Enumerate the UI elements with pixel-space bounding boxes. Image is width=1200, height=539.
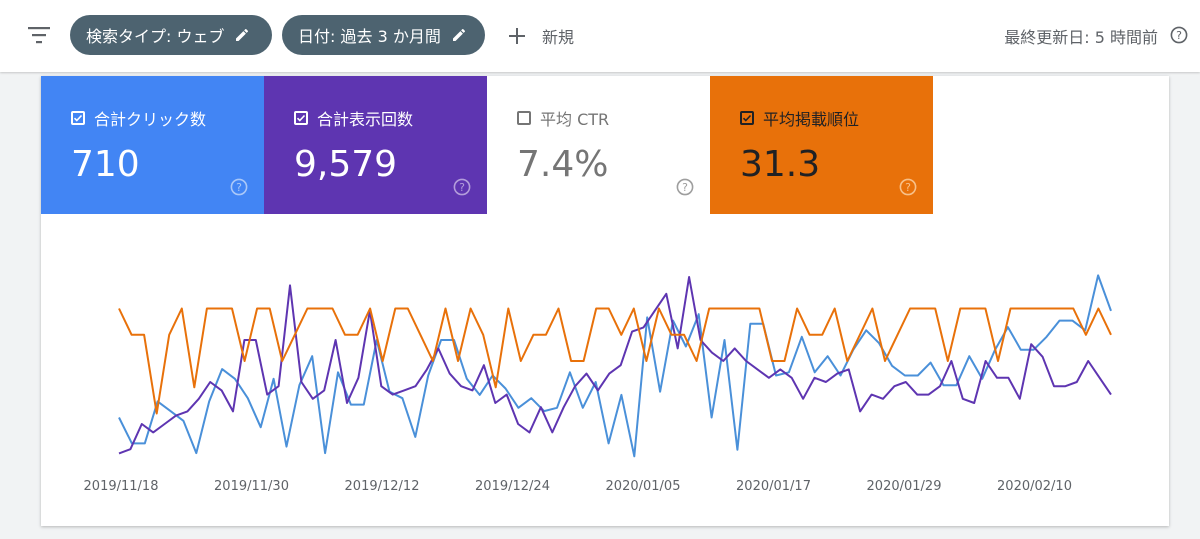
metric-total-impressions[interactable]: 合計表示回数 9,579 ? <box>264 76 487 214</box>
performance-line-chart[interactable]: 2019/11/18 2019/11/30 2019/12/12 2019/12/24… <box>41 216 1169 526</box>
checkbox-unchecked-icon[interactable] <box>517 111 531 125</box>
performance-card: 合計クリック数 710 ? 合計表示回数 9,579 ? 平均 CTR 7.4%… <box>41 76 1169 526</box>
svg-text:?: ? <box>905 181 911 194</box>
series-line-1 <box>118 276 1112 455</box>
filter-list-icon[interactable] <box>28 26 50 44</box>
metric-average-ctr[interactable]: 平均 CTR 7.4% ? <box>487 76 710 214</box>
date-range-chip-label: 日付: 過去 3 か月間 <box>298 27 441 46</box>
checkbox-checked-icon[interactable] <box>740 111 754 125</box>
x-tick-label: 2019/12/24 <box>475 479 550 494</box>
add-new-filter-button[interactable]: 新規 <box>508 22 574 50</box>
svg-text:?: ? <box>236 181 242 194</box>
help-circle-icon[interactable]: ? <box>230 178 248 196</box>
svg-text:?: ? <box>1176 29 1182 42</box>
x-tick-label: 2019/11/30 <box>214 479 289 494</box>
metric-label: 合計クリック数 <box>94 110 207 129</box>
plus-icon <box>509 28 525 44</box>
search-type-chip-label: 検索タイプ: ウェブ <box>86 27 225 46</box>
x-tick-label: 2019/12/12 <box>345 479 420 494</box>
x-tick-label: 2020/01/05 <box>606 479 681 494</box>
metric-label: 合計表示回数 <box>317 110 414 129</box>
checkbox-checked-icon[interactable] <box>294 111 308 125</box>
help-circle-icon[interactable]: ? <box>899 178 917 196</box>
x-tick-label: 2020/01/17 <box>736 479 811 494</box>
x-tick-label: 2020/01/29 <box>867 479 942 494</box>
edit-pencil-icon <box>236 28 249 41</box>
date-range-filter-chip[interactable]: 日付: 過去 3 か月間 <box>282 15 485 55</box>
metric-total-clicks[interactable]: 合計クリック数 710 ? <box>41 76 264 214</box>
metric-label: 平均 CTR <box>540 110 610 129</box>
svg-text:?: ? <box>682 181 688 194</box>
last-updated-text: 最終更新日: 5 時間前 <box>1004 28 1158 47</box>
help-circle-icon[interactable]: ? <box>1170 26 1188 44</box>
edit-pencil-icon <box>452 28 465 41</box>
help-circle-icon[interactable]: ? <box>676 178 694 196</box>
x-tick-label: 2020/02/10 <box>997 479 1072 494</box>
x-tick-label: 2019/11/18 <box>84 479 159 494</box>
checkbox-checked-icon[interactable] <box>71 111 85 125</box>
series-line-0 <box>118 274 1112 458</box>
metric-label: 平均掲載順位 <box>763 110 860 129</box>
svg-text:?: ? <box>459 181 465 194</box>
toolbar: 検索タイプ: ウェブ 日付: 過去 3 か月間 新規 最終更新日: 5 時間前 … <box>0 0 1200 72</box>
metric-average-position[interactable]: 平均掲載順位 31.3 ? <box>710 76 933 214</box>
search-type-filter-chip[interactable]: 検索タイプ: ウェブ <box>70 15 272 55</box>
add-new-label: 新規 <box>542 28 575 47</box>
help-circle-icon[interactable]: ? <box>453 178 471 196</box>
